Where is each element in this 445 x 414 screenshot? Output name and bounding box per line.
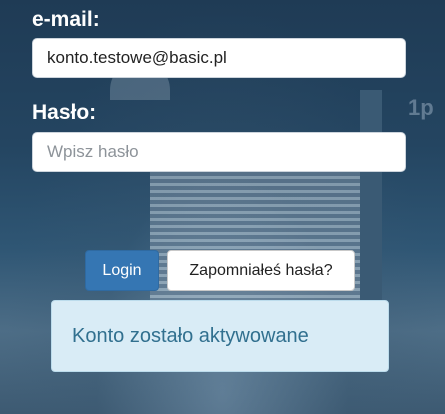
forgot-password-button[interactable]: Zapomniałeś hasła? [167, 250, 355, 291]
login-button[interactable]: Login [85, 250, 159, 291]
password-placeholder: Wpisz hasło [47, 142, 139, 161]
password-field[interactable]: Wpisz hasło [32, 132, 406, 172]
email-value: konto.testowe@basic.pl [47, 48, 227, 67]
background-sign: 1p [408, 95, 434, 120]
email-label: e-mail: [32, 8, 100, 31]
background-beam [360, 90, 382, 300]
alert-message: Konto zostało aktywowane [72, 324, 309, 347]
email-field[interactable]: konto.testowe@basic.pl [32, 38, 406, 78]
account-activated-alert: Konto zostało aktywowane [51, 300, 389, 372]
password-label: Hasło: [32, 101, 97, 124]
